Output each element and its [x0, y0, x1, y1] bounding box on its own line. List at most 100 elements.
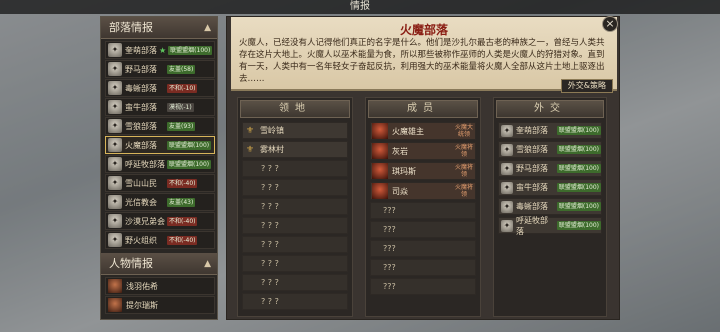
- relation-badge: 联盟盟烟(100): [556, 202, 601, 211]
- tribe-section-header[interactable]: 部落情报 ▲: [101, 17, 217, 39]
- tribe-name: 蛮牛部落: [516, 183, 548, 192]
- tribe-item[interactable]: ✦ 沙漠兄弟会 不和(-40): [105, 212, 215, 230]
- diplomacy-item[interactable]: ✦ 毒蜥部落 联盟盟烟(100): [498, 198, 602, 215]
- member-item[interactable]: 司焱 火魔将领: [370, 182, 476, 200]
- relation-badge: 不和(-40): [167, 235, 198, 245]
- tribe-item[interactable]: ✦ 光信教会 友盖(43): [105, 193, 215, 211]
- tribe-list: ✦ 奎萌部落 ★ 联盟盟烟(100) ✦ 野马部落 友盖(58) ✦ 毒蜥部落 不和(-10) ✦ 蛮…: [101, 39, 217, 249]
- territory-item[interactable]: ? ? ?: [242, 179, 348, 196]
- diplomacy-item[interactable]: ✦ 蛮牛部落 联盟盟烟(100): [498, 179, 602, 196]
- tribe-item[interactable]: ✦ 雪山山民 不和(-40): [105, 174, 215, 192]
- tribe-name: 光信教会: [125, 197, 157, 207]
- territory-name: 雪岭镇: [260, 126, 284, 135]
- tribe-emblem-icon: ✦: [108, 43, 122, 57]
- left-sidebar: 部落情报 ▲ ✦ 奎萌部落 ★ 联盟盟烟(100) ✦ 野马部落 友盖(58) ✦ 毒蜥部落 不和…: [100, 16, 218, 320]
- diplomacy-column: 外交 ✦ 奎萌部落 联盟盟烟(100) ✦ 雪狼部落 联盟盟烟(100) ✦ 野马部落 联盟盟烟…: [493, 97, 607, 317]
- close-icon[interactable]: ×: [602, 16, 618, 32]
- territory-name: ? ? ?: [261, 240, 279, 249]
- members-column: 成员 火魔雄主 火魔大统领 灰岩 火魔将领 琪玛斯 火魔将领 司焱 火魔将领?????????…: [365, 97, 481, 317]
- territory-item[interactable]: ? ? ?: [242, 160, 348, 177]
- person-name: 浅羽佑希: [126, 281, 158, 291]
- diplomacy-item[interactable]: ✦ 呼延牧部落 联盟盟烟(100): [498, 215, 602, 236]
- person-section-title: 人物情报: [109, 257, 153, 270]
- diplomacy-item[interactable]: ✦ 雪狼部落 联盟盟烟(100): [498, 141, 602, 158]
- relation-badge: 联盟盟烟(100): [556, 164, 601, 173]
- chevron-up-icon: ▲: [204, 259, 211, 269]
- person-list: 浅羽佑希 提尔瑞斯: [101, 275, 217, 314]
- relation-badge: 联盟盟烟(100): [556, 126, 601, 135]
- tribe-emblem-icon: ✦: [501, 200, 513, 213]
- member-name: 司焱: [392, 186, 408, 196]
- diplomacy-item[interactable]: ✦ 奎萌部落 联盟盟烟(100): [498, 122, 602, 139]
- member-role: 火魔将领: [454, 144, 473, 158]
- tribe-emblem-icon: ✦: [108, 214, 122, 228]
- tribe-name: 毒蜥部落: [516, 202, 548, 211]
- territory-item[interactable]: ? ? ?: [242, 236, 348, 253]
- tribe-item[interactable]: ✦ 蛮牛部落 漠视(-1): [105, 98, 215, 116]
- person-item[interactable]: 提尔瑞斯: [105, 296, 215, 314]
- tribe-name: 野马部落: [125, 64, 157, 74]
- tribe-name: 奎萌部落: [516, 126, 548, 135]
- member-role: 火魔将领: [454, 164, 473, 178]
- member-item[interactable]: 火魔雄主 火魔大统领: [370, 122, 476, 140]
- territory-item[interactable]: ⚜ 雾林村: [242, 141, 348, 158]
- tribe-name: 呼延牧部落: [516, 215, 548, 236]
- territory-name: 雾林村: [260, 145, 284, 154]
- person-item[interactable]: 浅羽佑希: [105, 277, 215, 295]
- tribe-emblem-icon: ✦: [501, 124, 513, 137]
- tribe-item[interactable]: ✦ 呼延牧部落 联盟盟烟(100): [105, 155, 215, 173]
- tribe-item[interactable]: ✦ 毒蜥部落 不和(-10): [105, 79, 215, 97]
- relation-badge: 友盖(93): [167, 121, 196, 131]
- diplomacy-item[interactable]: ✦ 野马部落 联盟盟烟(100): [498, 160, 602, 177]
- territory-item[interactable]: ? ? ?: [242, 274, 348, 291]
- territory-item[interactable]: ? ? ?: [242, 217, 348, 234]
- territory-item[interactable]: ⚜ 雪岭镇: [242, 122, 348, 139]
- star-icon: ★: [159, 45, 167, 55]
- member-unknown[interactable]: ???: [370, 278, 476, 295]
- tribe-emblem-icon: ✦: [108, 119, 122, 133]
- member-item[interactable]: 琪玛斯 火魔将领: [370, 162, 476, 180]
- tribe-name: 沙漠兄弟会: [125, 216, 165, 226]
- tribe-name: 呼延牧部落: [125, 159, 165, 169]
- tribe-item[interactable]: ✦ 雪狼部落 友盖(93): [105, 117, 215, 135]
- member-item[interactable]: 灰岩 火魔将领: [370, 142, 476, 160]
- diplomacy-list: ✦ 奎萌部落 联盟盟烟(100) ✦ 雪狼部落 联盟盟烟(100) ✦ 野马部落 联盟盟烟(10…: [494, 122, 606, 236]
- tribe-item[interactable]: ✦ 奎萌部落 ★ 联盟盟烟(100): [105, 41, 215, 59]
- diplomacy-strategy-button[interactable]: 外交&策略: [560, 79, 613, 93]
- member-name: 火魔雄主: [392, 126, 424, 136]
- tribe-item[interactable]: ✦ 野马部落 友盖(58): [105, 60, 215, 78]
- tribe-emblem-icon: ✦: [501, 143, 513, 156]
- tribe-name: 蛮牛部落: [125, 102, 157, 112]
- tribe-emblem-icon: ✦: [108, 62, 122, 76]
- tribe-name: 野马部落: [516, 164, 548, 173]
- banner-icon: ⚜: [246, 144, 255, 155]
- tribe-emblem-icon: ✦: [108, 81, 122, 95]
- territory-column: 领地 ⚜ 雪岭镇 ⚜ 雾林村 ? ? ? ? ? ? ? ? ? ? ? ? ? ? ? ? ? …: [237, 97, 353, 317]
- tribe-emblem-icon: ✦: [501, 219, 513, 232]
- relation-badge: 联盟盟烟(100): [556, 145, 601, 154]
- territory-item[interactable]: ? ? ?: [242, 293, 348, 310]
- relation-badge: 联盟盟烟(100): [556, 183, 601, 192]
- chevron-up-icon: ▲: [204, 23, 211, 33]
- avatar: [108, 279, 122, 293]
- territory-item[interactable]: ? ? ?: [242, 198, 348, 215]
- tribe-description-card: 火魔部落 火魔人，已经没有人记得他们真正的名字是什么。他们是沙扎尔最古老的种族之…: [231, 17, 617, 91]
- person-section-header[interactable]: 人物情报 ▲: [101, 253, 217, 275]
- tribe-item[interactable]: ✦ 火魔部落 联盟盟烟(100): [105, 136, 215, 154]
- member-unknown[interactable]: ???: [370, 259, 476, 276]
- tribe-title: 火魔部落: [399, 23, 448, 37]
- territory-item[interactable]: ? ? ?: [242, 255, 348, 272]
- member-unknown[interactable]: ???: [370, 202, 476, 219]
- tribe-emblem-icon: ✦: [108, 195, 122, 209]
- member-list: 火魔雄主 火魔大统领 灰岩 火魔将领 琪玛斯 火魔将领 司焱 火魔将领????????????…: [366, 122, 480, 295]
- relation-badge: 友盖(58): [167, 64, 196, 74]
- member-unknown[interactable]: ???: [370, 221, 476, 238]
- tribe-item[interactable]: ✦ 野火组织 不和(-40): [105, 231, 215, 249]
- member-unknown[interactable]: ???: [370, 240, 476, 257]
- person-name: 提尔瑞斯: [126, 300, 158, 310]
- territory-name: ? ? ?: [261, 297, 279, 306]
- territory-name: ? ? ?: [261, 221, 279, 230]
- relation-badge: 联盟盟烟(100): [168, 45, 213, 55]
- territory-header: 领地: [240, 100, 350, 118]
- tribe-emblem-icon: ✦: [108, 176, 122, 190]
